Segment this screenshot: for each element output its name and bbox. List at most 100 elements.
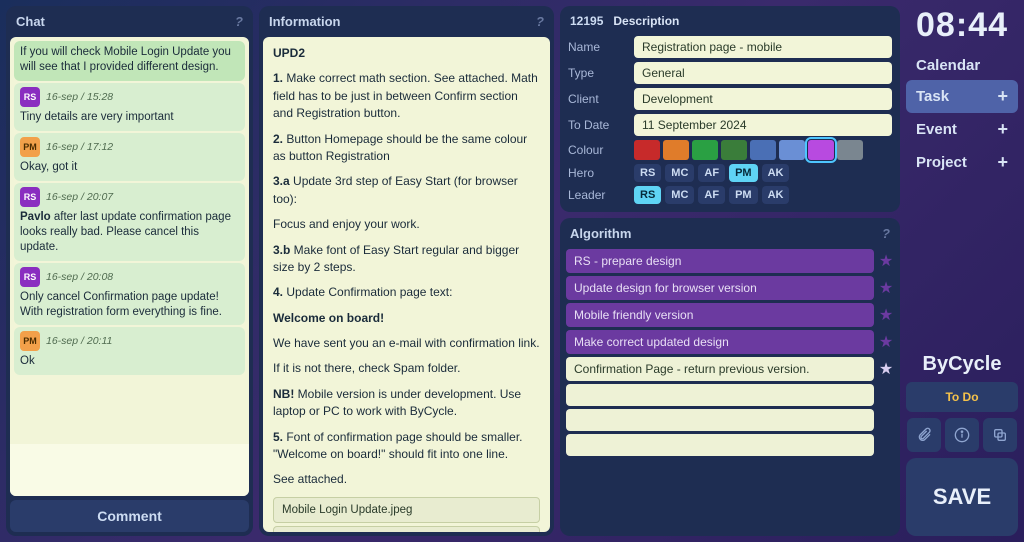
nav-project[interactable]: Project + [906,146,1018,179]
algorithm-row: Confirmation Page - return previous vers… [566,357,894,381]
label-name: Name [568,40,628,54]
info-icon[interactable] [945,418,979,452]
colour-swatch[interactable] [663,140,689,160]
leader-row: RSMCAFPMAK [634,186,892,204]
algorithm-step[interactable]: Make correct updated design [566,330,874,354]
algorithm-step[interactable]: Confirmation Page - return previous vers… [566,357,874,381]
label-type: Type [568,66,628,80]
field-type[interactable]: General [634,62,892,84]
plus-icon[interactable]: + [997,152,1008,173]
chat-scroll[interactable]: If you will check Mobile Login Update yo… [10,37,249,444]
label-leader: Leader [568,188,628,202]
colour-swatches [634,140,892,160]
leader-row-option[interactable]: PM [729,186,758,204]
algorithm-row: Mobile friendly version★ [566,303,894,327]
colour-swatch[interactable] [750,140,776,160]
copy-icon[interactable] [983,418,1017,452]
description-panel: 12195 Description Name Registration page… [560,6,900,212]
leader-row-option[interactable]: AF [698,186,725,204]
label-hero: Hero [568,166,628,180]
description-rows: Name Registration page - mobile Type Gen… [560,36,900,212]
chat-message: RS16-sep / 15:28Tiny details are very im… [14,83,245,131]
star-icon[interactable]: ★ [878,278,894,298]
field-todate[interactable]: 11 September 2024 [634,114,892,136]
hero-row-option[interactable]: RS [634,164,661,182]
task-id: 12195 [570,14,603,28]
field-name[interactable]: Registration page - mobile [634,36,892,58]
leader-row-option[interactable]: RS [634,186,661,204]
colour-swatch[interactable] [779,140,805,160]
algorithm-step[interactable]: Update design for browser version [566,276,874,300]
colour-swatch[interactable] [721,140,747,160]
chat-timestamp: 16-sep / 15:28 [46,91,113,103]
attach-icon[interactable] [907,418,941,452]
chat-text: Ok [20,354,239,369]
algorithm-step[interactable] [566,384,874,406]
chat-title: Chat [16,14,45,29]
save-button[interactable]: SAVE [906,458,1018,536]
nav-label: Event [916,121,957,138]
hero-row-option[interactable]: AK [762,164,790,182]
leader-row-option[interactable]: AK [762,186,790,204]
info-title: Information [269,14,341,29]
algorithm-header: Algorithm ? [560,218,900,249]
leader-row-option[interactable]: MC [665,186,694,204]
algorithm-step[interactable] [566,434,874,456]
nav-calendar[interactable]: Calendar [906,51,1018,80]
star-icon[interactable]: ★ [878,251,894,271]
algorithm-row [566,434,894,456]
chat-text: Pavlo after last update confirmation pag… [20,210,239,255]
algorithm-row [566,409,894,431]
star-icon[interactable]: ★ [878,305,894,325]
chat-message: If you will check Mobile Login Update yo… [14,41,245,81]
attachment-row[interactable]: Mobile Login Update.jpeg [273,497,540,524]
help-icon[interactable]: ? [882,226,890,241]
algorithm-step[interactable] [566,409,874,431]
comment-button[interactable]: Comment [10,500,249,532]
nav-label: Task [916,88,949,105]
attachment-row[interactable]: Confirmation page update.jpeg [273,526,540,532]
label-client: Client [568,92,628,106]
avatar: RS [20,87,40,107]
colour-swatch[interactable] [692,140,718,160]
colour-swatch[interactable] [808,140,834,160]
plus-icon[interactable]: + [997,119,1008,140]
hero-row-option[interactable]: AF [698,164,725,182]
chat-message: PM16-sep / 20:11Ok [14,327,245,375]
info-body[interactable]: UPD21. Make correct math section. See at… [263,37,550,532]
help-icon[interactable]: ? [536,14,544,29]
avatar: PM [20,331,40,351]
nav-label: Project [916,154,967,171]
plus-icon[interactable]: + [997,86,1008,107]
algorithm-row: Make correct updated design★ [566,330,894,354]
chat-timestamp: 16-sep / 20:07 [46,191,113,203]
chat-input[interactable] [10,444,249,496]
hero-row: RSMCAFPMAK [634,164,892,182]
nav-task[interactable]: Task + [906,80,1018,113]
help-icon[interactable]: ? [235,14,243,29]
todo-button[interactable]: To Do [906,382,1018,412]
chat-text: If you will check Mobile Login Update yo… [20,45,239,75]
nav-event[interactable]: Event + [906,113,1018,146]
hero-row-option[interactable]: PM [729,164,758,182]
label-colour: Colour [568,143,628,157]
star-icon[interactable]: ★ [878,359,894,379]
nav-label: Calendar [916,57,980,74]
algorithm-row: RS - prepare design★ [566,249,894,273]
info-header: Information ? [259,6,554,37]
mid-column: 12195 Description Name Registration page… [560,6,900,536]
brand: ByCycle [906,353,1018,376]
colour-swatch[interactable] [837,140,863,160]
hero-row-option[interactable]: MC [665,164,694,182]
algorithm-step[interactable]: RS - prepare design [566,249,874,273]
colour-swatch[interactable] [634,140,660,160]
label-todate: To Date [568,118,628,132]
algorithm-step[interactable]: Mobile friendly version [566,303,874,327]
field-client[interactable]: Development [634,88,892,110]
star-icon[interactable]: ★ [878,332,894,352]
chat-text: Only cancel Confirmation page update! Wi… [20,290,239,320]
chat-message: PM16-sep / 17:12Okay, got it [14,133,245,181]
chat-timestamp: 16-sep / 17:12 [46,141,113,153]
avatar: PM [20,137,40,157]
chat-message: RS16-sep / 20:08Only cancel Confirmation… [14,263,245,326]
